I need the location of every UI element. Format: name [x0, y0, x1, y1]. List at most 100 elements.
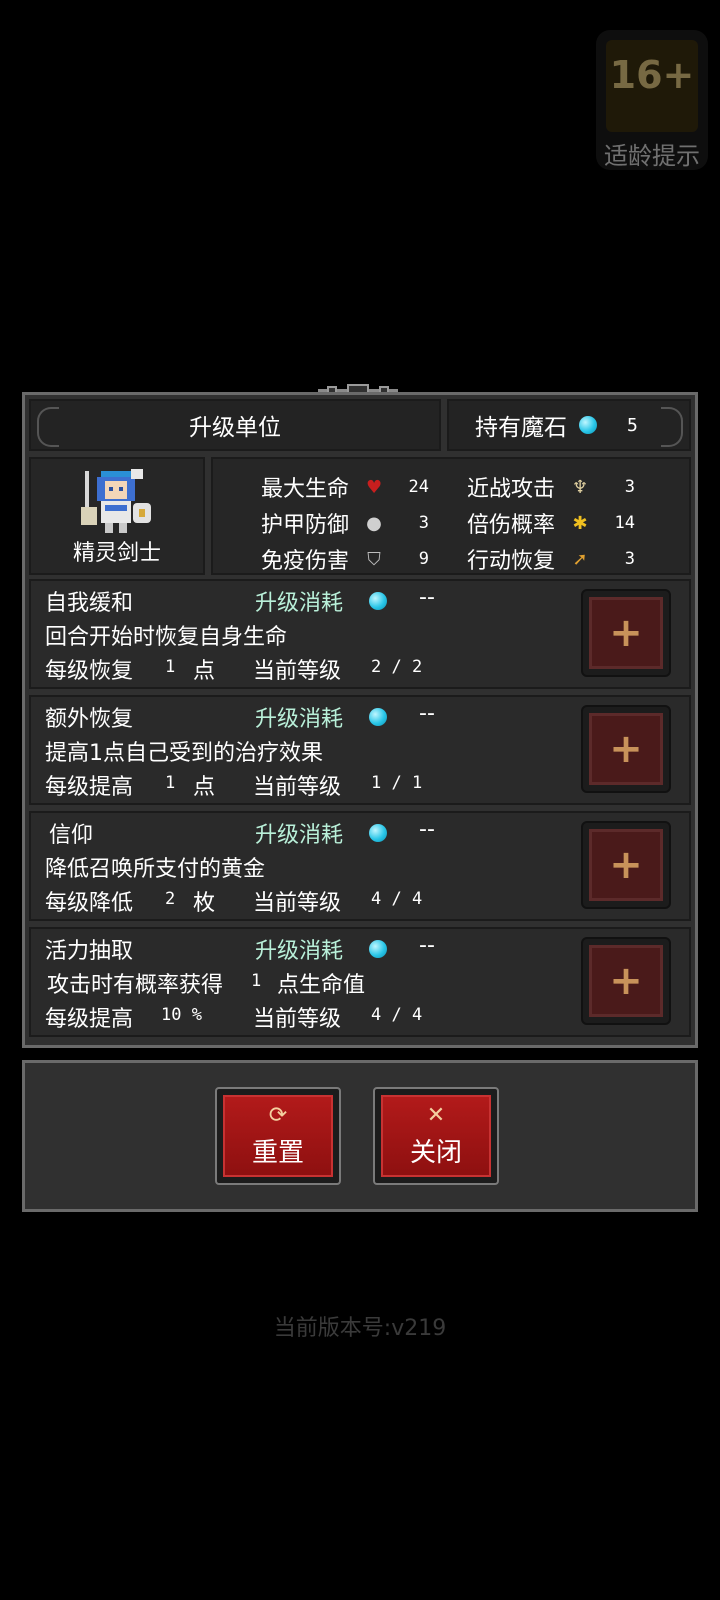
current-level-value: 4 / 4: [371, 889, 423, 909]
age-rating-label: 适龄提示: [604, 142, 700, 170]
plus-icon: +: [589, 597, 663, 669]
stone-count-box: 持有魔石 5: [447, 399, 691, 451]
stat-value: 24: [408, 477, 430, 497]
stat-melee-attack: 近战攻击 ♆ 3: [467, 471, 635, 503]
stat-label: 行动恢复: [467, 549, 556, 574]
current-level-value: 1 / 1: [371, 773, 423, 793]
per-level-unit: 点: [193, 775, 216, 800]
plus-icon: +: [589, 945, 663, 1017]
upgrade-cost-value: --: [419, 701, 435, 726]
per-level-label: 每级降低: [45, 891, 134, 916]
stat-value: 9: [418, 549, 430, 569]
skill-name: 活力抽取: [45, 939, 134, 964]
sword-icon: ♆: [571, 476, 589, 498]
stat-value: 3: [624, 477, 636, 497]
skill-description: 降低召唤所支付的黄金: [45, 857, 266, 882]
panel-title: 升级单位: [189, 415, 281, 441]
upgrade-cost-value: --: [419, 585, 435, 610]
stat-value: 3: [418, 513, 430, 533]
stat-label: 倍伤概率: [467, 513, 556, 538]
per-level-unit: 枚: [193, 891, 216, 916]
stat-action-recovery: 行动恢复 ➚ 3: [467, 543, 635, 575]
skill-description-number: 1: [251, 971, 262, 991]
stat-label: 护甲防御: [261, 513, 350, 538]
skill-description: 攻击时有概率获得: [47, 973, 224, 998]
upgrade-cost-label: 升级消耗: [255, 707, 344, 732]
magic-stone-icon: [369, 824, 387, 842]
plus-icon: +: [589, 713, 663, 785]
per-level-unit: 点: [193, 659, 216, 684]
version-text: 当前版本号:v219: [273, 1316, 447, 1341]
skill-name: 自我缓和: [45, 591, 134, 616]
per-level-label: 每级恢复: [45, 659, 134, 684]
upgrade-plus-button[interactable]: +: [581, 937, 671, 1025]
current-level-label: 当前等级: [253, 1007, 342, 1032]
stat-value: 3: [624, 549, 636, 569]
skill-description-suffix: 点生命值: [277, 973, 366, 998]
curl-ornament-icon: [37, 407, 59, 447]
unit-name: 精灵剑士: [72, 541, 161, 566]
close-button-face: ✕ 关闭: [381, 1095, 491, 1177]
magic-stone-icon: [369, 708, 387, 726]
close-button[interactable]: ✕ 关闭: [373, 1087, 499, 1185]
upgrade-plus-button[interactable]: +: [581, 705, 671, 793]
crit-icon: ✱: [572, 512, 588, 534]
upgrade-cost-label: 升级消耗: [255, 939, 344, 964]
unit-stats: 最大生命 ♥ 24 近战攻击 ♆ 3 护甲防御 ● 3 倍伤概率 ✱ 14 免疫…: [211, 457, 691, 575]
upgrade-cost-label: 升级消耗: [255, 591, 344, 616]
age-rating-badge: 16+ 适龄提示: [596, 30, 708, 170]
stat-max-hp: 最大生命 ♥ 24: [261, 471, 429, 503]
current-level-label: 当前等级: [253, 659, 342, 684]
heart-icon: ♥: [365, 476, 383, 498]
current-level-label: 当前等级: [253, 775, 342, 800]
current-level-value: 4 / 4: [371, 1005, 423, 1025]
per-level-label: 每级提高: [45, 775, 134, 800]
reset-button-face: ⟳ 重置: [223, 1095, 333, 1177]
plus-icon: +: [589, 829, 663, 901]
skill-row: 自我缓和 升级消耗 -- 回合开始时恢复自身生命 每级恢复 1 点 当前等级 2…: [29, 579, 691, 689]
stat-label: 免疫伤害: [261, 549, 350, 574]
stone-count: 5: [627, 414, 638, 436]
panel-header: 升级单位 持有魔石 5: [29, 399, 691, 451]
stat-armor: 护甲防御 ● 3: [261, 507, 429, 539]
reset-label: 重置: [251, 1137, 304, 1168]
stat-crit-chance: 倍伤概率 ✱ 14: [467, 507, 635, 539]
per-level-value: 1: [165, 657, 176, 677]
stat-value: 14: [614, 513, 636, 533]
armor-icon: ●: [366, 512, 382, 534]
upgrade-cost-value: --: [419, 933, 435, 958]
upgrade-cost-label: 升级消耗: [255, 823, 344, 848]
curl-ornament-icon: [661, 407, 683, 447]
skill-description: 回合开始时恢复自身生命: [45, 625, 288, 650]
stone-label: 持有魔石: [475, 415, 567, 441]
skill-row: 信仰 升级消耗 -- 降低召唤所支付的黄金 每级降低 2 枚 当前等级 4 / …: [29, 811, 691, 921]
skill-row: 活力抽取 升级消耗 -- 攻击时有概率获得 1 点生命值 每级提高 10 % 当…: [29, 927, 691, 1037]
age-rating-number: 16+: [606, 40, 698, 132]
close-icon: ✕: [426, 1102, 446, 1128]
per-level-value: 1: [165, 773, 176, 793]
skill-name: 额外恢复: [45, 707, 134, 732]
per-level-label: 每级提高: [45, 1007, 134, 1032]
close-label: 关闭: [409, 1137, 462, 1168]
skill-row: 额外恢复 升级消耗 -- 提高1点自己受到的治疗效果 每级提高 1 点 当前等级…: [29, 695, 691, 805]
reset-icon: ⟳: [268, 1102, 288, 1128]
upgrade-cost-value: --: [419, 817, 435, 842]
per-level-value: 2: [165, 889, 176, 909]
boot-icon: ➚: [572, 548, 588, 570]
upgrade-panel: 升级单位 持有魔石 5 精灵剑士 最大生命 ♥ 24 近战攻击 ♆ 3 护甲防御…: [22, 392, 698, 1048]
panel-title-box: 升级单位: [29, 399, 441, 451]
skill-description: 提高1点自己受到的治疗效果: [45, 741, 323, 766]
stat-label: 最大生命: [261, 477, 350, 502]
current-level-label: 当前等级: [253, 891, 342, 916]
upgrade-plus-button[interactable]: +: [581, 821, 671, 909]
shield-icon: ⛉: [367, 548, 381, 570]
per-level-value: 10 %: [161, 1005, 202, 1025]
magic-stone-icon: [579, 416, 597, 434]
magic-stone-icon: [369, 940, 387, 958]
stat-damage-immune: 免疫伤害 ⛉ 9: [261, 543, 429, 575]
elf-swordsman-sprite-icon: [81, 469, 151, 533]
skill-name: 信仰: [49, 823, 94, 848]
upgrade-plus-button[interactable]: +: [581, 589, 671, 677]
unit-portrait-card: 精灵剑士: [29, 457, 205, 575]
reset-button[interactable]: ⟳ 重置: [215, 1087, 341, 1185]
